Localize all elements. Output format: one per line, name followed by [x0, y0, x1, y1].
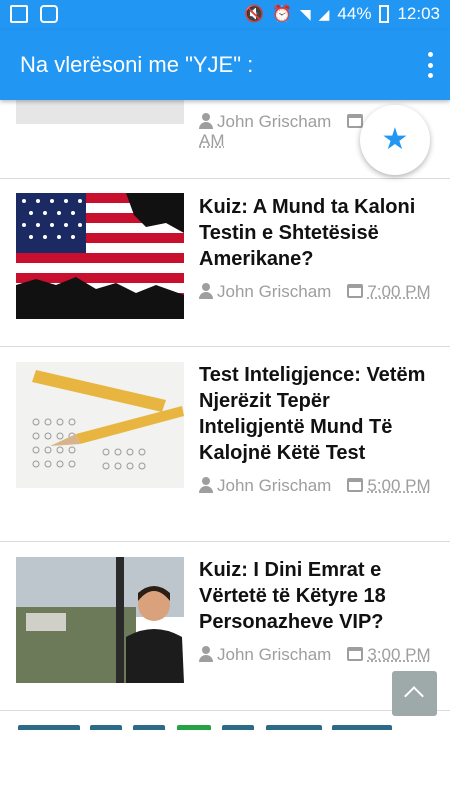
scroll-to-top-button[interactable] — [392, 671, 437, 716]
article-time: 7:00 PM — [367, 282, 431, 301]
article-meta: John Grischam 7:00 PM — [199, 282, 439, 301]
share-buttons-strip — [0, 725, 450, 730]
wifi-icon: ◥ — [299, 5, 311, 22]
article-thumbnail-person — [16, 557, 184, 683]
article-meta: John Grischam 5:00 PM — [199, 476, 439, 495]
article-meta: John Grischam 3:00 PM — [199, 645, 439, 664]
article-title[interactable]: Kuiz: A Mund ta Kaloni Testin e Shtetësi… — [199, 194, 439, 272]
user-icon — [199, 283, 213, 299]
star-icon: ★ — [381, 123, 409, 156]
user-icon — [199, 113, 213, 129]
article-title[interactable]: Kuiz: I Dini Emrat e Vërtetë të Këtyre 1… — [199, 557, 439, 635]
calendar-icon — [347, 478, 364, 492]
signal-icon: ◢ — [318, 5, 330, 22]
article-thumbnail-us-flag — [16, 193, 184, 319]
article-author: John Grischam — [217, 645, 332, 664]
article-time: AM — [199, 131, 225, 150]
article-author: John Grischam — [217, 112, 332, 131]
article-time: 3:00 PM — [367, 645, 431, 664]
article-title[interactable]: Test Inteligjence: Vetëm Njerëzit Tepër … — [199, 362, 439, 466]
app-bar: Na vlerësoni me "YJE" : — [0, 30, 450, 100]
mute-icon: 🔇 — [244, 6, 264, 23]
alarm-icon: ⏰ — [271, 6, 292, 23]
page-title: Na vlerësoni me "YJE" : — [20, 52, 254, 77]
article-list[interactable]: John Grischam AM Kuiz: A Mund ta Kaloni … — [0, 100, 450, 730]
user-icon — [199, 646, 213, 662]
gallery-notification-icon — [10, 5, 28, 23]
article-author: John Grischam — [217, 282, 332, 301]
article-thumbnail — [16, 100, 184, 124]
battery-percent: 44% — [337, 4, 372, 23]
more-vert-icon[interactable] — [426, 52, 434, 78]
article-author: John Grischam — [217, 476, 332, 495]
list-item[interactable]: Kuiz: A Mund ta Kaloni Testin e Shtetësi… — [0, 179, 450, 347]
list-item[interactable]: Test Inteligjence: Vetëm Njerëzit Tepër … — [0, 347, 450, 542]
article-time: 5:00 PM — [367, 476, 431, 495]
app-notification-icon — [40, 5, 58, 23]
calendar-icon — [347, 114, 364, 128]
rate-star-button[interactable]: ★ — [360, 105, 430, 175]
article-thumbnail-test-pencil — [16, 362, 184, 488]
calendar-icon — [347, 647, 364, 661]
list-item[interactable]: Kuiz: I Dini Emrat e Vërtetë të Këtyre 1… — [0, 542, 450, 711]
battery-icon — [379, 5, 390, 23]
calendar-icon — [347, 284, 364, 298]
clock: 12:03 — [397, 4, 440, 23]
user-icon — [199, 477, 213, 493]
status-bar: 🔇 ⏰ ◥ ◢ 44% 12:03 — [0, 0, 450, 30]
